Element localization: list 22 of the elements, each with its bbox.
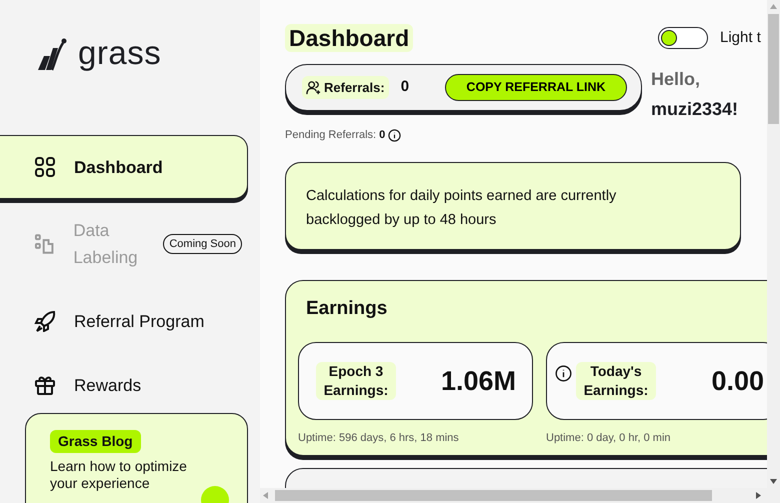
- earnings-value: 1.06M: [440, 364, 516, 398]
- sidebar-item[interactable]: Rewards: [0, 353, 248, 417]
- earnings-title: Earnings: [306, 296, 388, 320]
- referrals-label: Referrals:: [324, 78, 385, 97]
- sidebar-item[interactable]: Referral Program: [0, 289, 248, 353]
- referrals-count: 0: [400, 77, 410, 98]
- blog-text: Learn how to optimize your experience: [50, 458, 188, 492]
- username: muzi2334!: [651, 98, 738, 121]
- earnings-label: Today's Earnings:: [576, 362, 656, 400]
- pending-count: 0: [379, 128, 386, 143]
- earnings-value: 0.00: [711, 364, 764, 398]
- blog-tag: Grass Blog: [50, 430, 141, 453]
- page-title: Dashboard: [285, 24, 414, 52]
- uptime-text: Uptime: 0 day, 0 hr, 0 min: [546, 431, 672, 446]
- logo-wordmark: grass: [78, 36, 162, 69]
- coming-soon-badge: Coming Soon: [163, 234, 242, 254]
- earnings-label: Epoch 3 Earnings:: [316, 362, 396, 400]
- greeting-text: Hello,: [651, 68, 702, 91]
- uptime-text: Uptime: 596 days, 6 hrs, 18 mins: [298, 431, 460, 446]
- pending-label: Pending Referrals:: [285, 128, 376, 143]
- copy-referral-button[interactable]: COPY REFERRAL LINK: [445, 74, 627, 101]
- toggle-label: Light t: [720, 28, 762, 48]
